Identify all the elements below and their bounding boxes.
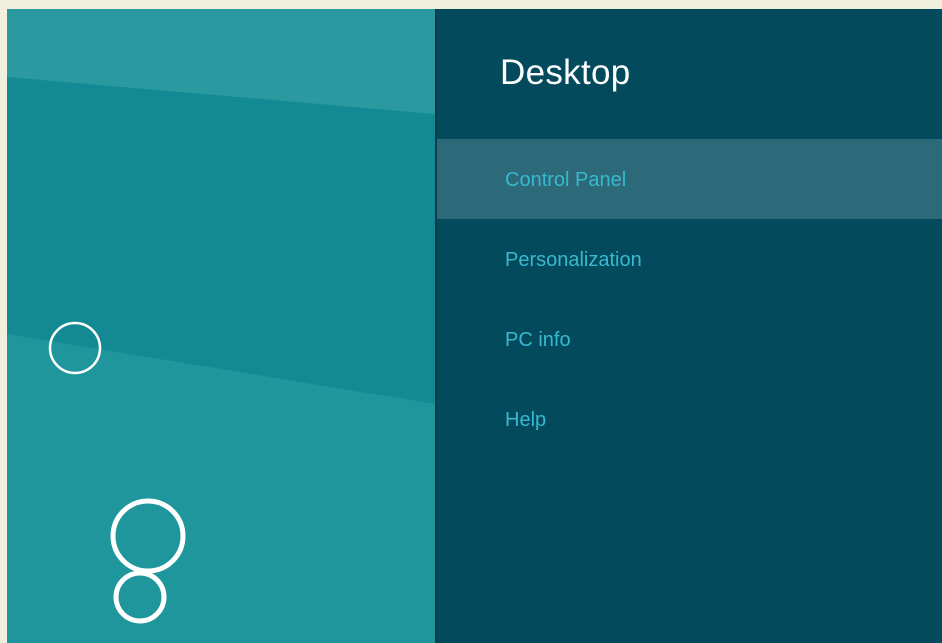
menu-item-label: Control Panel <box>505 169 627 191</box>
settings-charm-panel: Desktop Control Panel Personalization PC… <box>437 9 942 643</box>
menu-item-label: PC info <box>505 329 571 351</box>
menu-item-pc-info[interactable]: PC info <box>437 299 942 379</box>
menu-item-personalization[interactable]: Personalization <box>437 219 942 299</box>
menu-item-label: Personalization <box>505 249 642 271</box>
settings-menu: Control Panel Personalization PC info He… <box>437 139 942 459</box>
desktop-wallpaper <box>7 9 435 643</box>
menu-item-control-panel[interactable]: Control Panel <box>437 139 942 219</box>
wallpaper-top-band <box>7 9 435 114</box>
menu-item-help[interactable]: Help <box>437 379 942 459</box>
screen: Desktop Control Panel Personalization PC… <box>7 9 942 643</box>
wallpaper-graphic <box>7 9 435 643</box>
wallpaper-lower-band <box>7 334 435 643</box>
panel-title: Desktop <box>500 53 631 92</box>
menu-item-label: Help <box>505 409 547 431</box>
